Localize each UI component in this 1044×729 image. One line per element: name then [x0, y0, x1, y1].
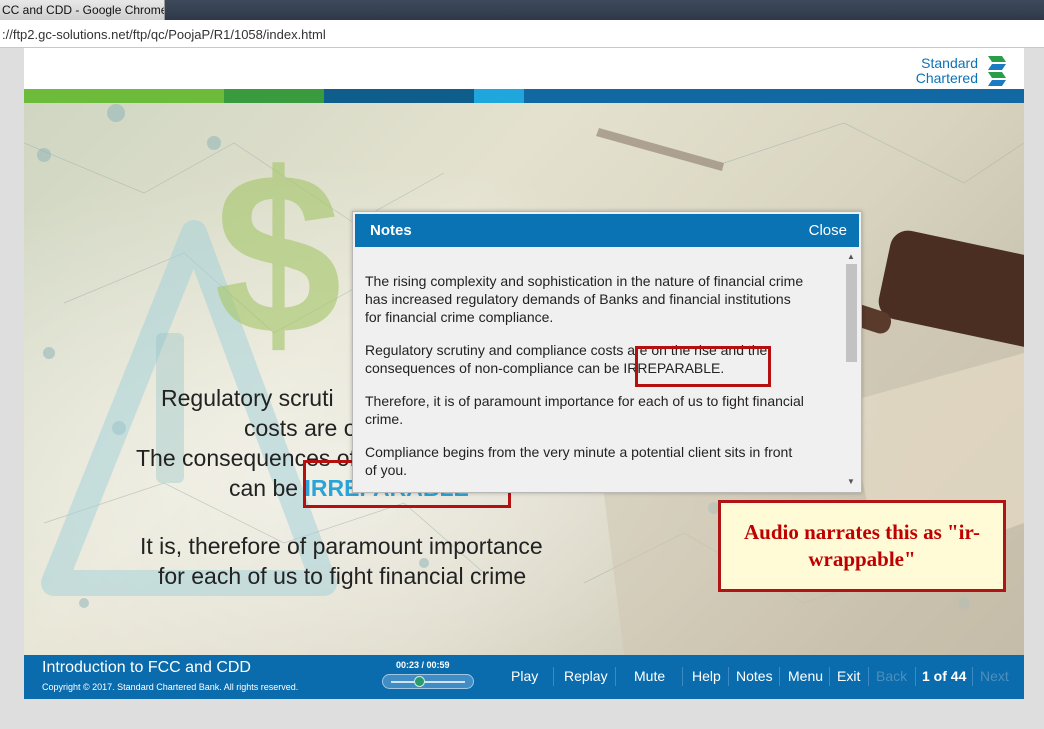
course-player: Standard Chartered $ Regulatory scruti c… [24, 48, 1024, 699]
header-stripe-4 [474, 89, 524, 103]
back-button[interactable]: Back [876, 668, 907, 684]
header-stripe-1 [24, 89, 224, 103]
address-bar[interactable]: ://ftp2.gc-solutions.net/ftp/qc/PoojaP/R… [0, 20, 1044, 48]
slide-canvas: $ Regulatory scruti costs are on the ris… [24, 103, 1024, 655]
divider [868, 667, 869, 686]
divider [779, 667, 780, 686]
divider [615, 667, 616, 686]
audio-annotation-callout: Audio narrates this as "ir-wrappable" [718, 500, 1006, 592]
notes-button[interactable]: Notes [736, 668, 773, 684]
divider [728, 667, 729, 686]
seek-handle[interactable] [414, 676, 426, 687]
slide-line-1: Regulatory scruti [161, 385, 334, 411]
scroll-up-icon[interactable]: ▲ [847, 252, 855, 261]
notes-title: Notes [370, 222, 412, 239]
course-title: Introduction to FCC and CDD [42, 659, 251, 676]
copyright-text: Copyright © 2017. Standard Chartered Ban… [42, 682, 299, 692]
notes-close-button[interactable]: Close [809, 214, 847, 247]
slide-line-4-prefix: can be [229, 475, 299, 501]
header-stripe-5 [524, 89, 1024, 103]
header-stripe-2 [224, 89, 324, 103]
notes-paragraph: Therefore, it is of paramount importance… [365, 393, 804, 427]
slide-line-6: for each of us to fight financial crime [158, 563, 527, 589]
scroll-down-icon[interactable]: ▼ [847, 477, 855, 486]
player-footer: Introduction to FCC and CDD Copyright © … [24, 655, 1024, 699]
next-button[interactable]: Next [980, 668, 1009, 684]
help-button[interactable]: Help [692, 668, 721, 684]
seek-track [391, 681, 465, 683]
replay-button[interactable]: Replay [564, 668, 608, 684]
notes-paragraph: Compliance begins from the very minute a… [365, 444, 793, 478]
playback-time: 00:23 / 00:59 [396, 660, 450, 670]
notes-scrollbar[interactable]: ▲ ▼ [844, 250, 859, 488]
mute-button[interactable]: Mute [634, 668, 665, 684]
logo-line-1: Standard [921, 55, 978, 71]
notes-highlight-box [635, 346, 771, 387]
divider [682, 667, 683, 686]
slide-line-5: It is, therefore of paramount importance [140, 533, 543, 559]
page-counter: 1 of 44 [922, 668, 967, 684]
browser-titlebar: CC and CDD - Google Chrome [0, 0, 1044, 20]
divider [972, 667, 973, 686]
notes-scrollbar-thumb[interactable] [846, 264, 857, 362]
header-stripe-3 [324, 89, 474, 103]
course-header: Standard Chartered [24, 48, 1024, 89]
notes-header: Notes Close [355, 214, 859, 247]
notes-dialog: Notes Close The rising complexity and so… [352, 211, 862, 493]
divider [915, 667, 916, 686]
play-button[interactable]: Play [511, 668, 538, 684]
logo-line-2: Chartered [915, 70, 978, 86]
svg-text:$: $ [214, 125, 342, 382]
notes-paragraph: The rising complexity and sophistication… [365, 273, 804, 325]
divider [553, 667, 554, 686]
exit-button[interactable]: Exit [837, 668, 860, 684]
menu-button[interactable]: Menu [788, 668, 823, 684]
logo-text: Standard Chartered [916, 56, 978, 86]
seek-bar[interactable] [382, 674, 474, 689]
logo-mark-icon [988, 56, 1006, 86]
standard-chartered-logo: Standard Chartered [916, 54, 1016, 88]
browser-tab-title[interactable]: CC and CDD - Google Chrome [0, 0, 165, 20]
divider [829, 667, 830, 686]
